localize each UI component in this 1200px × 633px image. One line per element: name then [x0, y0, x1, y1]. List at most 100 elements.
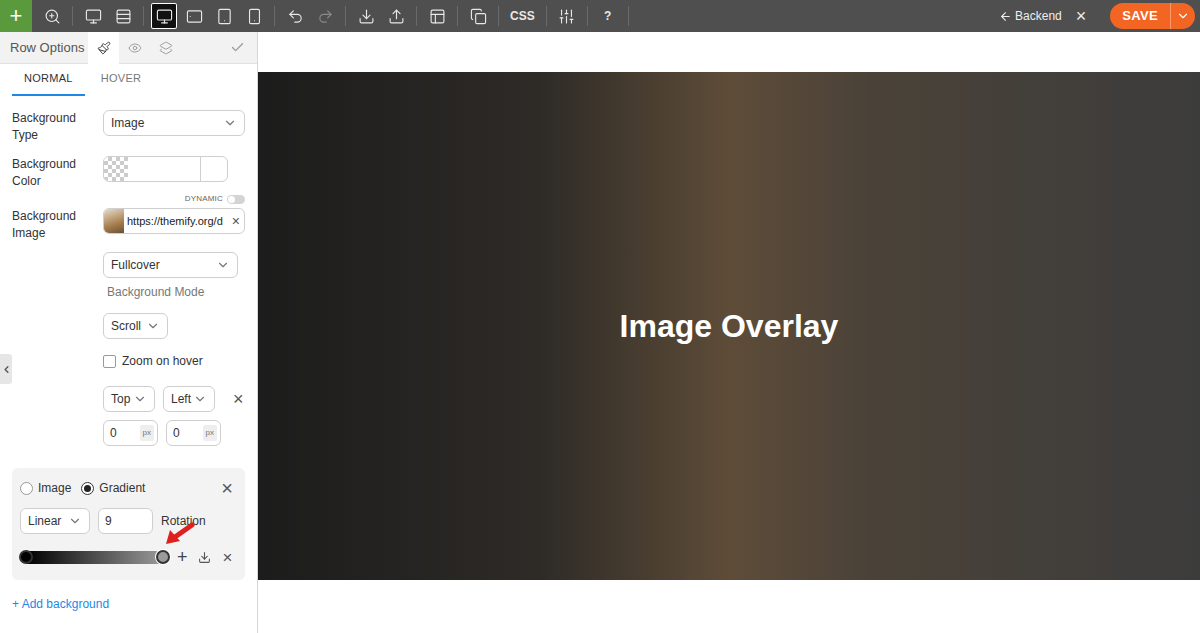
- confirm-button[interactable]: [230, 40, 245, 55]
- zoom-on-hover-checkbox[interactable]: Zoom on hover: [103, 352, 245, 370]
- undo-button[interactable]: [282, 3, 308, 29]
- export-icon: [388, 8, 405, 25]
- mobile-button[interactable]: [241, 3, 267, 29]
- background-type-select[interactable]: Image: [103, 110, 245, 136]
- row-heading: Image Overlay: [620, 302, 839, 350]
- style-icon: [97, 41, 111, 55]
- save-button-group: SAVE: [1110, 3, 1195, 29]
- mode-tab[interactable]: NORMAL: [12, 70, 85, 97]
- rotation-label: Rotation: [161, 512, 206, 530]
- export-button[interactable]: [383, 3, 409, 29]
- save-button[interactable]: SAVE: [1110, 3, 1170, 29]
- layers-button[interactable]: [110, 3, 136, 29]
- toolbar-group: [458, 6, 499, 26]
- zoom-icon: [44, 8, 61, 25]
- toolbar-group: [417, 6, 458, 26]
- gradient-type-select[interactable]: Linear: [20, 508, 90, 534]
- remove-stop-button[interactable]: ×: [223, 549, 233, 566]
- mode-tabs: NORMALHOVER: [0, 64, 257, 96]
- toolbar-group: ?: [588, 6, 629, 26]
- sliders-icon: [558, 8, 575, 25]
- field-label: Background Color: [12, 156, 103, 190]
- animation-tab[interactable]: [150, 32, 181, 64]
- duplicate-button[interactable]: [465, 3, 491, 29]
- animation-icon: [159, 41, 173, 55]
- toolbar-group: [73, 6, 144, 26]
- check-icon: [230, 40, 245, 55]
- save-dropdown[interactable]: [1170, 3, 1195, 29]
- layout-icon: [429, 8, 446, 25]
- sliders-button[interactable]: [554, 3, 580, 29]
- toolbar-group: CSS: [499, 6, 547, 26]
- image-url[interactable]: https://themify.org/d: [124, 213, 223, 230]
- desktop-button[interactable]: [151, 3, 177, 29]
- close-button[interactable]: ×: [1072, 7, 1091, 25]
- clear-image-button[interactable]: ×: [232, 214, 244, 228]
- chevron-down-icon: [223, 116, 237, 130]
- tablet-button[interactable]: [211, 3, 237, 29]
- page-canvas: Image Overlay: [258, 32, 1200, 633]
- overlay-type-radio[interactable]: Image: [20, 479, 71, 497]
- visibility-tab[interactable]: [119, 32, 150, 64]
- tabletlandscape-button[interactable]: [181, 3, 207, 29]
- clear-position-button[interactable]: ×: [233, 390, 244, 408]
- download-icon: [198, 551, 211, 564]
- add-background-link[interactable]: + Add background: [12, 595, 109, 613]
- color-swatch[interactable]: [104, 157, 128, 181]
- tablet-icon: [216, 8, 233, 25]
- offset-input[interactable]: 0px: [103, 420, 158, 446]
- layers-icon: [115, 8, 132, 25]
- offset-input[interactable]: 0px: [166, 420, 221, 446]
- color-input[interactable]: [128, 157, 200, 181]
- add-button[interactable]: +: [0, 0, 32, 32]
- panel-header: Row Options: [0, 32, 257, 64]
- preview-button[interactable]: [80, 3, 106, 29]
- row-options-panel: Row OptionsNORMALHOVERBackground TypeIma…: [0, 32, 258, 633]
- attachment-select[interactable]: Scroll: [103, 313, 168, 339]
- import-button[interactable]: [353, 3, 379, 29]
- image-thumbnail: [104, 209, 124, 233]
- mode-tab[interactable]: HOVER: [89, 70, 154, 97]
- background-color-field[interactable]: [103, 156, 228, 182]
- zoom-button[interactable]: [39, 3, 65, 29]
- image-overlay-row[interactable]: Image Overlay: [258, 72, 1200, 580]
- visibility-icon: [128, 41, 142, 55]
- chevron-down-icon: [193, 392, 207, 406]
- panel-title: Row Options: [0, 38, 88, 58]
- overlay-close-button[interactable]: ×: [221, 478, 233, 498]
- save-gradient-button[interactable]: [198, 551, 211, 564]
- opacity-input[interactable]: [200, 157, 227, 181]
- background-mode-select[interactable]: Fullcover: [103, 252, 238, 278]
- rotation-input[interactable]: 9: [98, 508, 153, 534]
- arrow-left-icon: [999, 10, 1012, 23]
- gradient-stop[interactable]: [156, 550, 170, 564]
- undo-icon: [287, 8, 304, 25]
- add-stop-button[interactable]: +: [177, 548, 188, 566]
- unit-label: px: [203, 425, 217, 441]
- css-button[interactable]: CSS: [506, 3, 539, 29]
- duplicate-icon: [470, 8, 487, 25]
- dynamic-label: DYNAMIC: [185, 193, 223, 205]
- position-horizontal-select[interactable]: Left: [163, 386, 215, 412]
- dynamic-toggle[interactable]: [227, 195, 245, 204]
- toolbar-group: [32, 6, 73, 26]
- redo-button[interactable]: [312, 3, 338, 29]
- annotation-arrow-icon: [164, 522, 196, 546]
- chevron-down-icon: [133, 392, 147, 406]
- style-tab[interactable]: [88, 32, 119, 64]
- help-button[interactable]: ?: [595, 3, 621, 29]
- collapse-handle[interactable]: [0, 354, 12, 384]
- unit-label: px: [140, 425, 154, 441]
- redo-icon: [317, 8, 334, 25]
- preview-icon: [85, 8, 102, 25]
- background-image-field[interactable]: https://themify.org/d ×: [103, 208, 245, 234]
- gradient-stop[interactable]: [19, 550, 33, 564]
- toolbar-group: [547, 6, 588, 26]
- field-label: Background Type: [12, 110, 103, 144]
- backend-link[interactable]: Backend: [999, 7, 1062, 25]
- layout-button[interactable]: [424, 3, 450, 29]
- position-vertical-select[interactable]: Top: [103, 386, 155, 412]
- gradient-bar[interactable]: [26, 551, 163, 564]
- tabletlandscape-icon: [186, 8, 203, 25]
- overlay-type-radio[interactable]: Gradient: [81, 479, 145, 497]
